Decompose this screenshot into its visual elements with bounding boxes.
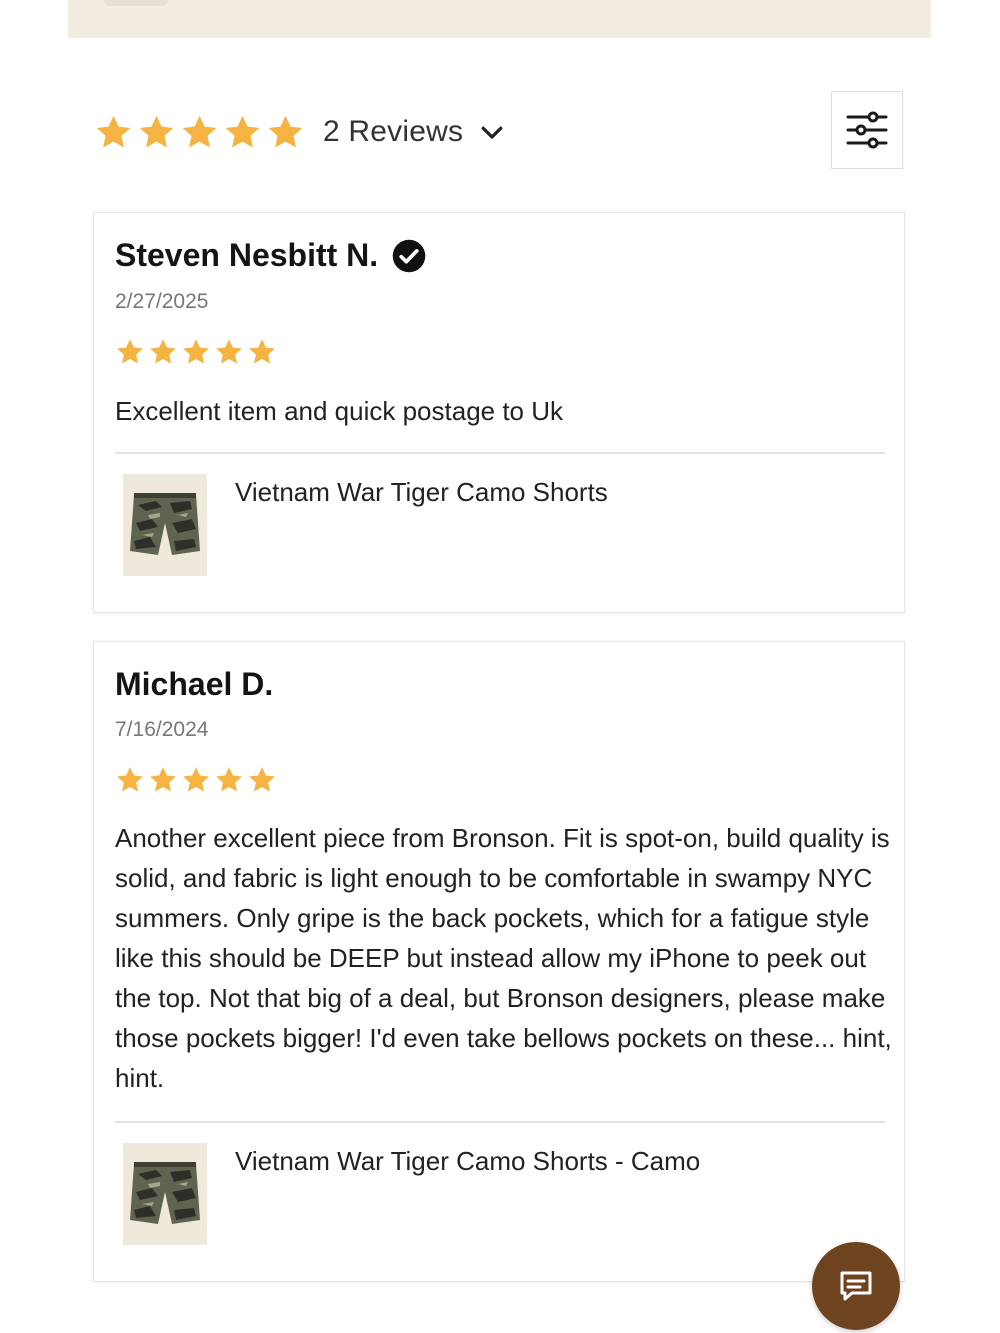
review-date: 7/16/2024 [115, 718, 209, 741]
review-stars [115, 765, 277, 795]
verified-check-icon [392, 239, 426, 272]
star-icon [183, 339, 209, 364]
star-icon [268, 115, 303, 147]
camo-shorts-image [130, 1162, 200, 1224]
star-icon [96, 115, 131, 147]
product-thumbnail[interactable] [123, 1143, 207, 1245]
reviews-summary: 2 Reviews [94, 104, 507, 160]
review-date: 2/27/2025 [115, 290, 209, 313]
star-icon [216, 767, 242, 792]
review-card: Michael D. 7/16/2024 Another excellent p… [93, 641, 905, 1282]
banner-tab [104, 0, 168, 6]
product-thumbnail[interactable] [123, 474, 207, 576]
star-icon [139, 115, 174, 147]
filter-sliders-icon [846, 111, 888, 149]
product-name[interactable]: Vietnam War Tiger Camo Shorts - Camo [235, 1146, 700, 1177]
reviewer-name: Michael D. [115, 666, 274, 702]
camo-shorts-image [130, 493, 200, 555]
review-body: Excellent item and quick postage to Uk [115, 396, 564, 426]
star-icon [150, 339, 176, 364]
reviewer-name-row: Michael D. [115, 666, 273, 703]
review-card: Steven Nesbitt N. 2/27/2025 Excellent it… [93, 212, 905, 613]
review-count-label[interactable]: 2 Reviews [323, 115, 463, 149]
star-icon [225, 115, 260, 147]
divider [115, 452, 885, 454]
star-icon [182, 115, 217, 147]
reviewer-name: Steven Nesbitt N. [115, 237, 379, 273]
filter-button[interactable] [831, 91, 903, 169]
chevron-down-icon[interactable] [477, 117, 507, 147]
star-icon [249, 767, 275, 792]
chat-button[interactable] [812, 1242, 900, 1330]
star-icon [249, 339, 275, 364]
star-icon [183, 767, 209, 792]
top-banner [68, 0, 931, 38]
summary-stars [94, 113, 305, 152]
product-name[interactable]: Vietnam War Tiger Camo Shorts [235, 477, 608, 508]
review-body: Another excellent piece from Bronson. Fi… [115, 823, 892, 1093]
star-icon [117, 767, 143, 792]
star-icon [216, 339, 242, 364]
reviewer-name-row: Steven Nesbitt N. [115, 237, 426, 274]
review-stars [115, 337, 277, 367]
divider [115, 1121, 885, 1123]
chat-icon [840, 1271, 872, 1301]
star-icon [150, 767, 176, 792]
star-icon [117, 339, 143, 364]
